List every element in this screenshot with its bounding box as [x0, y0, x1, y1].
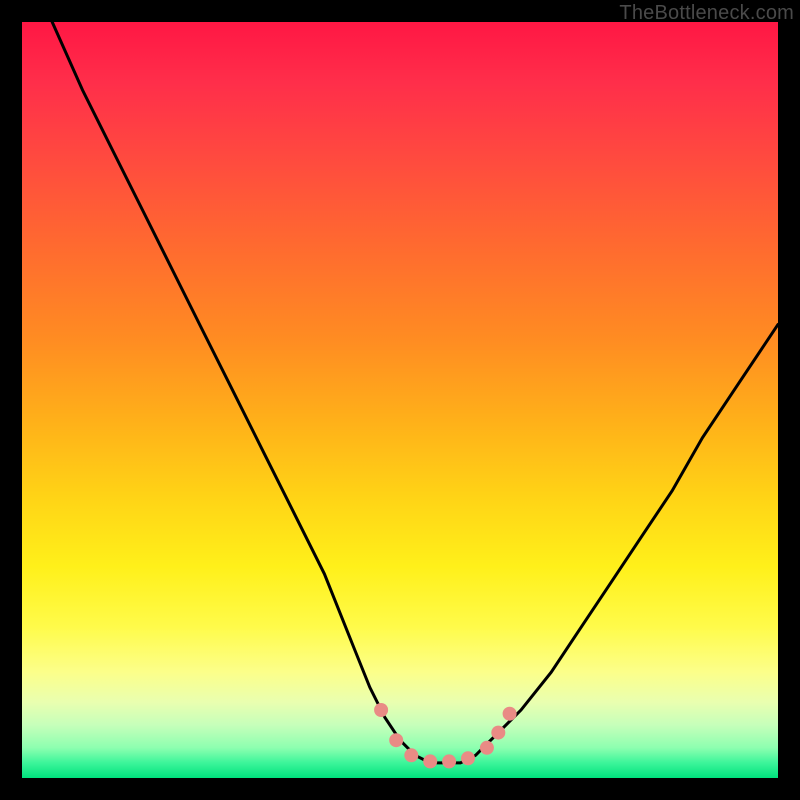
watermark-label: TheBottleneck.com — [619, 2, 794, 25]
marker-group — [374, 703, 516, 768]
marker-dot — [491, 726, 505, 740]
chart-frame: TheBottleneck.com — [0, 0, 800, 800]
marker-dot — [423, 754, 437, 768]
marker-dot — [389, 733, 403, 747]
bottleneck-chart — [22, 22, 778, 778]
marker-dot — [374, 703, 388, 717]
marker-dot — [480, 741, 494, 755]
bottleneck-curve — [52, 22, 778, 763]
marker-dot — [442, 754, 456, 768]
marker-dot — [503, 707, 517, 721]
plot-area — [22, 22, 778, 778]
marker-dot — [461, 751, 475, 765]
marker-dot — [404, 748, 418, 762]
curve-path-group — [52, 22, 778, 763]
